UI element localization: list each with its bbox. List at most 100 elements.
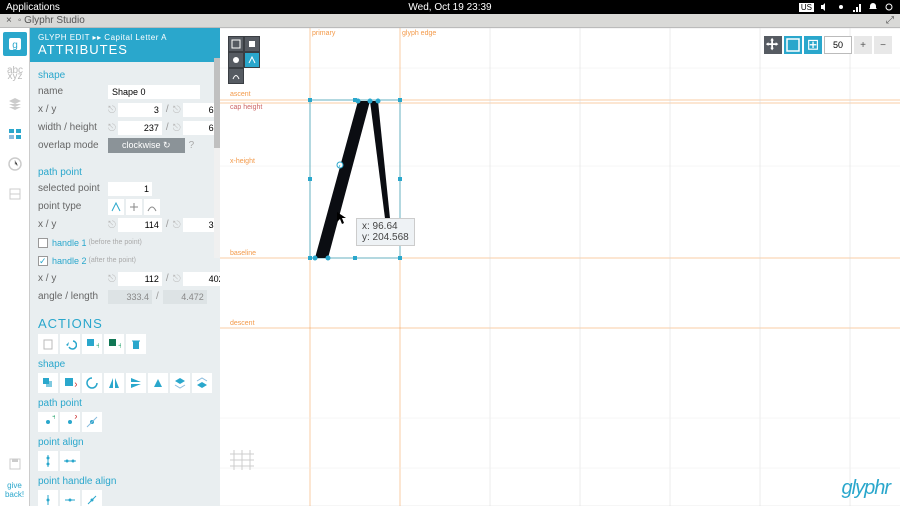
ruler-origin-icon xyxy=(230,450,254,470)
keyboard-layout-indicator[interactable]: US xyxy=(799,3,814,12)
rail-abc-icon[interactable]: abcxyz xyxy=(3,62,27,86)
length-input xyxy=(163,290,207,304)
lock-icon[interactable]: ⎋ xyxy=(108,105,116,115)
os-clock: Wed, Oct 19 23:39 xyxy=(408,2,491,13)
flip-h-button[interactable] xyxy=(104,373,124,393)
shape-delete-button[interactable]: × xyxy=(60,373,80,393)
selpoint-input[interactable] xyxy=(108,182,152,196)
tool-path-edit[interactable] xyxy=(244,52,260,68)
lock-icon[interactable]: ⎋ xyxy=(108,123,116,133)
fullscreen-icon[interactable]: ⤢ xyxy=(886,15,894,26)
add-component-button[interactable]: + xyxy=(104,334,124,354)
shape-name-label: name xyxy=(38,86,108,97)
power-icon[interactable] xyxy=(884,2,894,12)
pointtype-symmetric-button[interactable] xyxy=(144,199,160,215)
add-shape-button[interactable]: + xyxy=(82,334,102,354)
rail-save-icon[interactable] xyxy=(3,452,27,476)
view-toolbar: ⊞ 50 + − xyxy=(764,36,892,54)
align-x-button[interactable] xyxy=(60,451,80,471)
rotate-button[interactable] xyxy=(148,373,168,393)
shape-name-input[interactable] xyxy=(108,85,200,99)
applications-menu[interactable]: Applications xyxy=(6,2,60,13)
lock-icon[interactable]: ⎋ xyxy=(173,123,181,133)
shape-copy-button[interactable] xyxy=(38,373,58,393)
layer-down-button[interactable] xyxy=(192,373,212,393)
zoom-in-button[interactable]: + xyxy=(854,36,872,54)
shape-w-input[interactable] xyxy=(118,121,162,135)
metric-xheight: x-height xyxy=(230,158,255,165)
glyph-canvas[interactable]: primary glyph edge ascent cap height x-h… xyxy=(220,28,900,506)
give-back-link[interactable]: give back! xyxy=(5,482,24,506)
reset-handles-button[interactable] xyxy=(82,412,102,432)
lock-icon[interactable]: ⎋ xyxy=(108,220,116,230)
tooltip-y: y: 204.568 xyxy=(362,232,409,243)
actions-shape-heading: shape xyxy=(38,359,220,370)
volume-icon[interactable] xyxy=(820,2,830,12)
tool-new-path[interactable] xyxy=(228,68,244,84)
actions-title: ACTIONS xyxy=(38,316,220,331)
pp-x-input[interactable] xyxy=(118,218,162,232)
left-rail: g abcxyz give back! xyxy=(0,28,30,506)
handle2-checkbox[interactable] xyxy=(38,256,48,266)
shape-x-input[interactable] xyxy=(118,103,162,117)
breadcrumb[interactable]: GLYPH EDIT ▸▸ Capital Letter A xyxy=(38,33,212,42)
undo-button[interactable] xyxy=(60,334,80,354)
handle1-note: (before the point) xyxy=(89,239,142,246)
handle1-label: handle 1 xyxy=(52,238,87,248)
pan-tool[interactable] xyxy=(764,36,782,54)
svg-text:×: × xyxy=(74,415,77,423)
tool-new-rect[interactable] xyxy=(244,36,260,52)
pointtype-label: point type xyxy=(38,201,108,212)
zoom-fit-button[interactable] xyxy=(784,36,802,54)
rail-guides2-icon[interactable] xyxy=(3,182,27,206)
handle1-checkbox[interactable] xyxy=(38,238,48,248)
h2-x-input[interactable] xyxy=(118,272,162,286)
rail-glyph-edit[interactable]: g xyxy=(3,32,27,56)
zoom-out-button[interactable]: − xyxy=(874,36,892,54)
metric-descent: descent xyxy=(230,320,255,327)
align-y-button[interactable] xyxy=(38,451,58,471)
insert-point-button[interactable]: + xyxy=(38,412,58,432)
delete-button[interactable] xyxy=(126,334,146,354)
tool-shape-resize[interactable] xyxy=(228,36,244,52)
overlap-mode-button[interactable]: clockwise ↻ xyxy=(108,138,185,153)
svg-text:⊞: ⊞ xyxy=(807,37,820,54)
metric-baseline: baseline xyxy=(230,250,256,257)
notification-icon[interactable] xyxy=(868,2,878,12)
rail-layers-icon[interactable] xyxy=(3,92,27,116)
network-icon[interactable] xyxy=(852,2,862,12)
svg-text:+: + xyxy=(52,415,55,423)
h2-y-input[interactable] xyxy=(183,272,220,286)
delete-point-button[interactable]: × xyxy=(60,412,80,432)
layer-up-button[interactable] xyxy=(170,373,190,393)
os-top-bar: Applications Wed, Oct 19 23:39 US xyxy=(0,0,900,14)
rail-guides-icon[interactable] xyxy=(3,122,27,146)
reverse-winding-button[interactable] xyxy=(82,373,102,393)
lock-icon[interactable]: ⎋ xyxy=(108,274,116,284)
brightness-icon[interactable] xyxy=(836,2,846,12)
shape-xy-label: x / y xyxy=(38,104,108,115)
tool-new-oval[interactable] xyxy=(228,52,244,68)
zoom-value[interactable]: 50 xyxy=(824,36,852,54)
halign-h-button[interactable] xyxy=(60,490,80,506)
actions-pointalign-heading: point align xyxy=(38,437,220,448)
selpoint-label: selected point xyxy=(38,183,108,194)
info-icon[interactable]: ? xyxy=(189,140,195,151)
anglelen-label: angle / length xyxy=(38,291,108,302)
zoom-1to1-button[interactable]: ⊞ xyxy=(804,36,822,54)
coordinate-tooltip: x: 96.64 y: 204.568 xyxy=(356,218,415,246)
canvas-toolbar xyxy=(228,36,272,84)
halign-auto-button[interactable] xyxy=(82,490,102,506)
browser-tab[interactable]: ◦ Glyphr Studio xyxy=(18,15,85,26)
halign-v-button[interactable] xyxy=(38,490,58,506)
lock-icon[interactable]: ⎋ xyxy=(173,220,181,230)
pointtype-corner-button[interactable] xyxy=(108,199,124,215)
flip-v-button[interactable] xyxy=(126,373,146,393)
close-tab-icon[interactable]: × xyxy=(6,15,12,26)
lock-icon[interactable]: ⎋ xyxy=(173,274,181,284)
rail-history-icon[interactable] xyxy=(3,152,27,176)
copy-button[interactable] xyxy=(38,334,58,354)
pointtype-flat-button[interactable] xyxy=(126,199,142,215)
app-root: g abcxyz give back! GLYPH EDIT ▸▸ Capita… xyxy=(0,28,900,506)
lock-icon[interactable]: ⎋ xyxy=(173,105,181,115)
